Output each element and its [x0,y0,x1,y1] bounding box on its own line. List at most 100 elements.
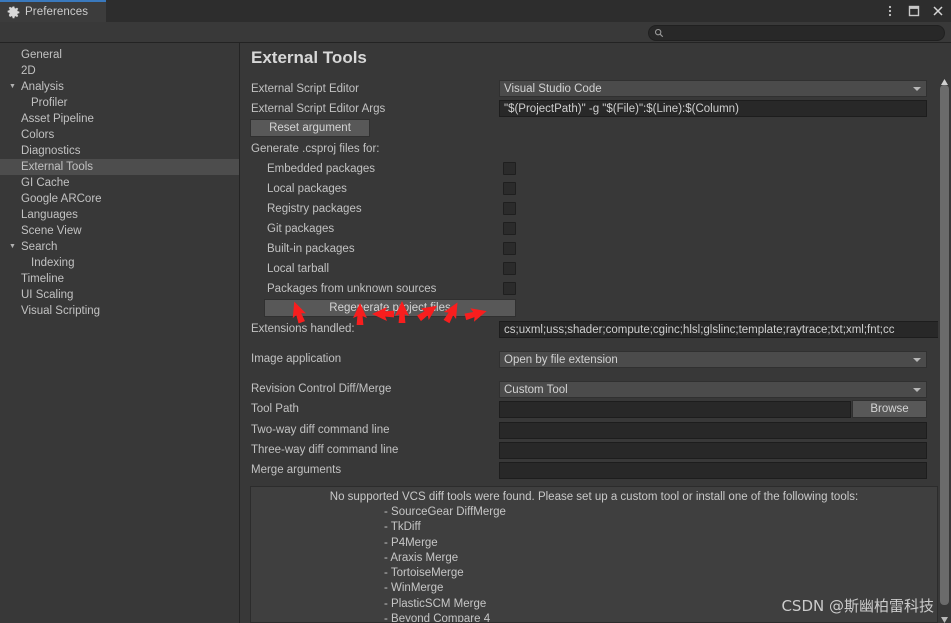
kebab-menu-icon[interactable] [879,0,901,22]
chevron-down-icon [913,357,921,362]
row-csproj-section: Generate .csproj files for: [241,139,951,159]
chevron-down-icon[interactable]: ▼ [7,79,18,95]
row-csproj-option: Built-in packages [241,239,951,259]
sidebar-item-diagnostics[interactable]: Diagnostics [0,143,239,159]
sidebar-item-indexing[interactable]: Indexing [0,255,239,271]
external-script-editor-args-label: External Script Editor Args [251,103,386,115]
scroll-down-arrow-icon[interactable] [940,611,949,623]
search-box[interactable] [648,25,945,41]
scrollbar-thumb[interactable] [940,85,949,605]
gear-icon [7,5,20,19]
external-script-editor-dropdown[interactable]: Visual Studio Code [499,80,927,97]
content-panel: External Tools External Script Editor Vi… [241,43,951,623]
two-way-diff-label: Two-way diff command line [251,424,390,436]
vcs-tools-list: - SourceGear DiffMerge - TkDiff - P4Merge -… [251,505,937,623]
csproj-option-label: Local tarball [267,263,330,275]
csproj-option-checkbox[interactable] [503,262,516,275]
page-title: External Tools [251,48,367,67]
search-icon [654,28,664,38]
csproj-option-label: Local packages [267,183,347,195]
csproj-option-checkbox[interactable] [503,282,516,295]
external-script-editor-args-value: "$(ProjectPath)" -g "$(File)":$(Line):$(… [504,102,739,115]
sidebar-item-ui-scaling[interactable]: UI Scaling [0,287,239,303]
maximize-icon[interactable] [903,0,925,22]
sidebar-item-scene-view[interactable]: Scene View [0,223,239,239]
vcs-tool-item: - P4Merge [384,536,438,549]
chevron-down-icon[interactable]: ▼ [7,239,18,255]
sidebar-item-analysis[interactable]: ▼ Analysis [0,79,239,95]
vcs-tool-item: - Beyond Compare 4 [384,613,491,623]
sidebar-item-profiler[interactable]: Profiler [0,95,239,111]
sidebar-item-colors[interactable]: Colors [0,127,239,143]
csproj-option-checkbox[interactable] [503,162,516,175]
csproj-option-label: Embedded packages [267,163,376,175]
row-csproj-option: Local packages [241,179,951,199]
csproj-option-checkbox[interactable] [503,222,516,235]
window-controls [879,0,949,22]
sidebar-item-timeline[interactable]: Timeline [0,271,239,287]
sidebar-item-label: Analysis [21,81,64,93]
sidebar-item-search[interactable]: ▼ Search [0,239,239,255]
sidebar-item-google-arcore[interactable]: Google ARCore [0,191,239,207]
sidebar-item-external-tools[interactable]: External Tools [0,159,239,175]
vertical-scrollbar[interactable] [938,43,951,623]
sidebar-item-label: GI Cache [21,177,70,189]
extensions-handled-field[interactable]: cs;uxml;uss;shader;compute;cginc;hlsl;gl… [499,321,944,338]
preferences-window: Preferences General 2D ▼ Analysis Profil… [0,0,951,623]
sidebar-item-general[interactable]: General [0,47,239,63]
merge-arguments-label: Merge arguments [251,464,342,476]
close-icon[interactable] [927,0,949,22]
row-csproj-option: Packages from unknown sources [241,279,951,299]
row-external-script-editor-args: External Script Editor Args "$(ProjectPa… [241,99,951,119]
vcs-info-box: No supported VCS diff tools were found. … [250,486,938,623]
csproj-option-checkbox[interactable] [503,242,516,255]
regenerate-project-files-label: Regenerate project files [329,302,451,314]
browse-button[interactable]: Browse [852,400,927,418]
external-script-editor-args-field[interactable]: "$(ProjectPath)" -g "$(File)":$(Line):$(… [499,100,927,117]
row-csproj-option: Git packages [241,219,951,239]
vcs-tool-item: - PlasticSCM Merge [384,597,487,610]
regenerate-project-files-button[interactable]: Regenerate project files [264,299,516,317]
scroll-up-arrow-icon[interactable] [940,73,949,85]
tool-path-field[interactable] [499,401,851,418]
revision-control-label: Revision Control Diff/Merge [251,383,392,395]
sidebar-item-languages[interactable]: Languages [0,207,239,223]
csproj-option-label: Registry packages [267,203,362,215]
row-tool-path: Tool Path Browse [241,399,951,419]
three-way-diff-field[interactable] [499,442,927,459]
image-application-label: Image application [251,353,342,365]
sidebar-item-2d[interactable]: 2D [0,63,239,79]
external-script-editor-value: Visual Studio Code [504,82,602,95]
csproj-option-checkbox[interactable] [503,202,516,215]
row-revision-control: Revision Control Diff/Merge Custom Tool [241,379,951,399]
sidebar-item-asset-pipeline[interactable]: Asset Pipeline [0,111,239,127]
sidebar-item-label: UI Scaling [21,289,74,301]
merge-arguments-field[interactable] [499,462,927,479]
sidebar-item-gi-cache[interactable]: GI Cache [0,175,239,191]
extensions-handled-label: Extensions handled: [251,323,355,335]
sidebar-item-label: Visual Scripting [21,305,101,317]
tab-preferences[interactable]: Preferences [0,0,106,22]
csproj-option-checkbox[interactable] [503,182,516,195]
image-application-value: Open by file extension [504,353,618,366]
reset-argument-button[interactable]: Reset argument [250,119,370,137]
vcs-tool-item: - WinMerge [384,582,444,595]
sidebar-item-label: General [21,49,62,61]
vcs-tool-item: - TkDiff [384,521,421,534]
vcs-tool-item: - TortoiseMerge [384,567,464,580]
sidebar-item-visual-scripting[interactable]: Visual Scripting [0,303,239,319]
search-input[interactable] [664,27,944,39]
tool-path-label: Tool Path [251,403,299,415]
sidebar-item-label: Indexing [31,257,75,269]
sidebar-item-label: Diagnostics [21,145,81,157]
two-way-diff-field[interactable] [499,422,927,439]
vcs-tool-item: - SourceGear DiffMerge [384,506,506,518]
row-csproj-option: Local tarball [241,259,951,279]
revision-control-dropdown[interactable]: Custom Tool [499,381,927,398]
row-csproj-option: Embedded packages [241,159,951,179]
csproj-option-label: Built-in packages [267,243,355,255]
sidebar-item-label: Scene View [21,225,82,237]
image-application-dropdown[interactable]: Open by file extension [499,351,927,368]
row-regenerate: Regenerate project files [241,299,951,319]
browse-label: Browse [870,403,909,415]
